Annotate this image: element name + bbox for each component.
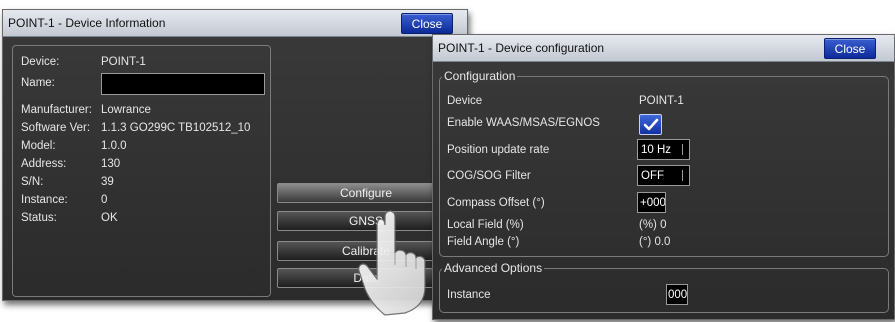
compass-offset-label: Compass Offset (°): [447, 197, 545, 209]
device-information-close-button[interactable]: Close: [401, 13, 453, 34]
update-rate-dropdown[interactable]: 10 Hz: [637, 139, 690, 160]
instance-label: Instance:: [21, 194, 68, 206]
manufacturer-value: Lowrance: [101, 104, 151, 116]
hand-pointer-icon: [358, 210, 426, 316]
advanced-options-group: Advanced Options: [439, 261, 889, 313]
model-label: Model:: [21, 140, 56, 152]
config-device-label: Device: [447, 95, 483, 107]
cog-sog-label: COG/SOG Filter: [447, 170, 531, 182]
instance-value: 0: [101, 194, 108, 206]
advanced-instance-label: Instance: [447, 289, 491, 301]
update-rate-label: Position update rate: [447, 144, 550, 156]
device-label: Device:: [21, 56, 60, 68]
address-value: 130: [101, 158, 121, 170]
configuration-legend: Configuration: [444, 69, 516, 83]
model-value: 1.0.0: [101, 140, 127, 152]
name-input[interactable]: [101, 73, 265, 95]
configure-button[interactable]: Configure: [277, 183, 455, 203]
status-value: OK: [101, 212, 118, 224]
local-field-value: (%) 0: [639, 219, 667, 231]
checkmark-icon: [643, 118, 658, 130]
name-label: Name:: [21, 77, 55, 89]
sn-value: 39: [101, 176, 114, 188]
local-field-label: Local Field (%): [447, 219, 524, 231]
device-configuration-title: POINT-1 - Device configuration: [438, 41, 605, 55]
device-configuration-titlebar: POINT-1 - Device configuration Close: [433, 35, 894, 62]
manufacturer-label: Manufacturer:: [21, 104, 92, 116]
advanced-options-legend: Advanced Options: [444, 261, 543, 275]
software-label: Software Ver:: [21, 122, 91, 134]
config-device-value: POINT-1: [639, 95, 684, 107]
device-info-panel: Device: POINT-1 Name: Manufacturer: Lowr…: [12, 45, 271, 297]
device-information-title: POINT-1 - Device Information: [8, 16, 166, 30]
update-rate-value: 10 Hz: [641, 143, 672, 156]
device-configuration-close-button[interactable]: Close: [824, 38, 876, 59]
waas-label: Enable WAAS/MSAS/EGNOS: [447, 117, 600, 129]
advanced-instance-input[interactable]: 000: [666, 284, 688, 305]
compass-offset-value: +000: [640, 196, 666, 209]
waas-checkbox[interactable]: [639, 114, 662, 135]
address-label: Address:: [21, 158, 67, 170]
field-angle-label: Field Angle (°): [447, 236, 520, 248]
sn-label: S/N:: [21, 176, 44, 188]
cog-sog-dropdown[interactable]: OFF: [637, 165, 690, 186]
compass-offset-input[interactable]: +000: [637, 192, 666, 213]
status-label: Status:: [21, 212, 57, 224]
field-angle-value: (°) 0.0: [639, 236, 671, 248]
software-value: 1.1.3 GO299C TB102512_10: [101, 122, 251, 134]
cog-sog-value: OFF: [641, 169, 664, 182]
device-value: POINT-1: [101, 56, 146, 68]
dropdown-arrow-icon: [682, 170, 687, 181]
device-configuration-dialog: POINT-1 - Device configuration Close Con…: [432, 34, 895, 320]
advanced-instance-value: 000: [668, 288, 688, 301]
dropdown-arrow-icon: [682, 144, 687, 155]
device-information-titlebar: POINT-1 - Device Information Close: [3, 10, 467, 37]
